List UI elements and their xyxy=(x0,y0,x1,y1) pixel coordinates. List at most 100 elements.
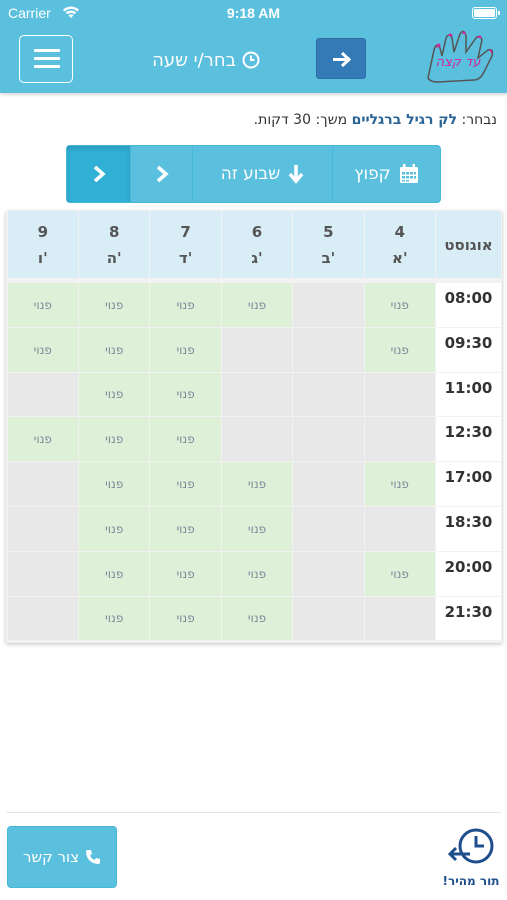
free-slot[interactable]: פנוי xyxy=(364,551,435,596)
unavailable-slot xyxy=(364,507,435,551)
chevron-right-icon xyxy=(156,165,169,183)
unavailable-slot xyxy=(364,372,435,417)
day-date: 9 xyxy=(37,222,48,241)
selected-service: לק רגיל ברגליים xyxy=(351,112,458,128)
logo-text: עד קצה xyxy=(436,55,482,70)
menu-button[interactable] xyxy=(19,35,73,83)
free-slot[interactable]: פנוי xyxy=(79,372,150,417)
free-slot[interactable]: פנוי xyxy=(79,327,150,372)
app-header: בחר/י שעה עד קצה xyxy=(0,26,507,93)
free-slot[interactable]: פנוי xyxy=(7,417,78,462)
contact-button[interactable]: צור קשר xyxy=(7,826,117,888)
unavailable-slot xyxy=(7,551,78,596)
free-slot-label: פנוי xyxy=(33,342,52,357)
unavailable-slot xyxy=(221,372,293,417)
free-slot[interactable]: פנוי xyxy=(150,283,221,327)
free-slot-label: פנוי xyxy=(176,521,195,536)
free-slot-label: פנוי xyxy=(176,387,195,402)
unavailable-slot xyxy=(293,462,364,506)
calendar-icon xyxy=(399,164,418,183)
free-slot[interactable]: פנוי xyxy=(150,327,221,372)
free-slot-label: פנוי xyxy=(390,477,409,492)
free-slot-label: פנוי xyxy=(247,477,267,492)
time-label: 11:00 xyxy=(444,378,493,397)
time-slot-label: 11:00 xyxy=(436,372,501,417)
selection-summary: נבחר: לק רגיל ברגליים משך: 30 דקות. xyxy=(254,112,497,128)
selected-prefix: נבחר: xyxy=(461,112,497,128)
free-slot-label: פנוי xyxy=(176,566,195,581)
day-header: 8 ה' xyxy=(79,211,150,278)
unavailable-slot xyxy=(293,327,364,372)
day-date: 6 xyxy=(251,222,263,241)
duration-value: 30 דקות. xyxy=(253,112,311,128)
day-header: 9 ו' xyxy=(7,211,78,278)
free-slot[interactable]: פנוי xyxy=(79,283,150,327)
month-label: אוגוסט xyxy=(444,235,493,254)
unavailable-slot xyxy=(7,372,78,417)
time-slot-label: 18:30 xyxy=(436,507,501,551)
free-slot[interactable]: פנוי xyxy=(79,596,150,641)
day-date: 5 xyxy=(323,222,334,241)
day-name: ה' xyxy=(106,248,122,267)
free-slot[interactable]: פנוי xyxy=(79,417,150,462)
free-slot[interactable]: פנוי xyxy=(221,462,293,506)
clock-time: 9:18 AM xyxy=(226,5,281,21)
free-slot[interactable]: פנוי xyxy=(150,551,221,596)
free-slot[interactable]: פנוי xyxy=(150,372,221,417)
free-slot-label: פנוי xyxy=(176,342,195,357)
free-slot[interactable]: פנוי xyxy=(150,507,221,551)
unavailable-slot xyxy=(293,507,364,551)
free-slot[interactable]: פנוי xyxy=(364,283,435,327)
free-slot[interactable]: פנוי xyxy=(221,596,293,641)
time-label: 12:30 xyxy=(444,423,493,442)
free-slot-label: פנוי xyxy=(33,297,52,312)
jump-label: קפוץ xyxy=(354,164,391,184)
free-slot[interactable]: פנוי xyxy=(150,596,221,641)
free-slot[interactable]: פנוי xyxy=(221,283,293,327)
quick-appointment-button[interactable]: תור מהיר! xyxy=(438,824,504,894)
free-slot[interactable]: פנוי xyxy=(7,327,78,372)
free-slot[interactable]: פנוי xyxy=(79,551,150,596)
free-slot-label: פנוי xyxy=(390,297,409,312)
free-slot-label: פנוי xyxy=(390,342,409,357)
time-label: 17:00 xyxy=(444,468,493,487)
status-bar: Carrier 9:18 AM xyxy=(0,0,507,26)
time-slot-label: 12:30 xyxy=(436,417,501,462)
next-day-button[interactable] xyxy=(131,146,193,202)
free-slot[interactable]: פנוי xyxy=(150,462,221,506)
this-week-button[interactable]: שבוע זה xyxy=(193,146,333,202)
free-slot[interactable]: פנוי xyxy=(7,283,78,327)
free-slot[interactable]: פנוי xyxy=(79,507,150,551)
free-slot-label: פנוי xyxy=(390,566,409,581)
free-slot[interactable]: פנוי xyxy=(150,417,221,462)
duration-label: משך: xyxy=(315,112,348,128)
day-header: 4 א' xyxy=(364,211,435,278)
free-slot[interactable]: פנוי xyxy=(79,462,150,506)
unavailable-slot xyxy=(364,596,435,641)
week-navigation: שבוע זה קפוץ xyxy=(66,145,441,203)
free-slot-label: פנוי xyxy=(176,611,195,626)
page-title: בחר/י שעה xyxy=(130,48,260,72)
free-slot-label: פנוי xyxy=(176,477,195,492)
time-label: 09:30 xyxy=(444,333,493,352)
free-slot[interactable]: פנוי xyxy=(364,327,435,372)
time-label: 20:00 xyxy=(444,557,493,576)
free-slot[interactable]: פנוי xyxy=(221,551,293,596)
next-week-button[interactable] xyxy=(67,146,131,202)
arrow-right-icon xyxy=(333,51,352,68)
time-slot-label: 20:00 xyxy=(436,551,501,596)
free-slot-label: פנוי xyxy=(105,342,124,357)
next-button[interactable] xyxy=(316,38,366,79)
free-slot-label: פנוי xyxy=(247,611,267,626)
free-slot-label: פנוי xyxy=(247,521,267,536)
day-name: ו' xyxy=(37,248,48,267)
day-header: 5 ב' xyxy=(293,211,364,278)
time-slot-label: 17:00 xyxy=(436,462,501,506)
free-slot[interactable]: פנוי xyxy=(364,462,435,506)
time-slot-label: 09:30 xyxy=(436,327,501,372)
day-header: 7 ד' xyxy=(150,211,221,278)
battery-icon xyxy=(472,7,500,19)
day-name: ג' xyxy=(251,248,263,267)
free-slot[interactable]: פנוי xyxy=(221,507,293,551)
jump-button[interactable]: קפוץ xyxy=(333,146,440,202)
